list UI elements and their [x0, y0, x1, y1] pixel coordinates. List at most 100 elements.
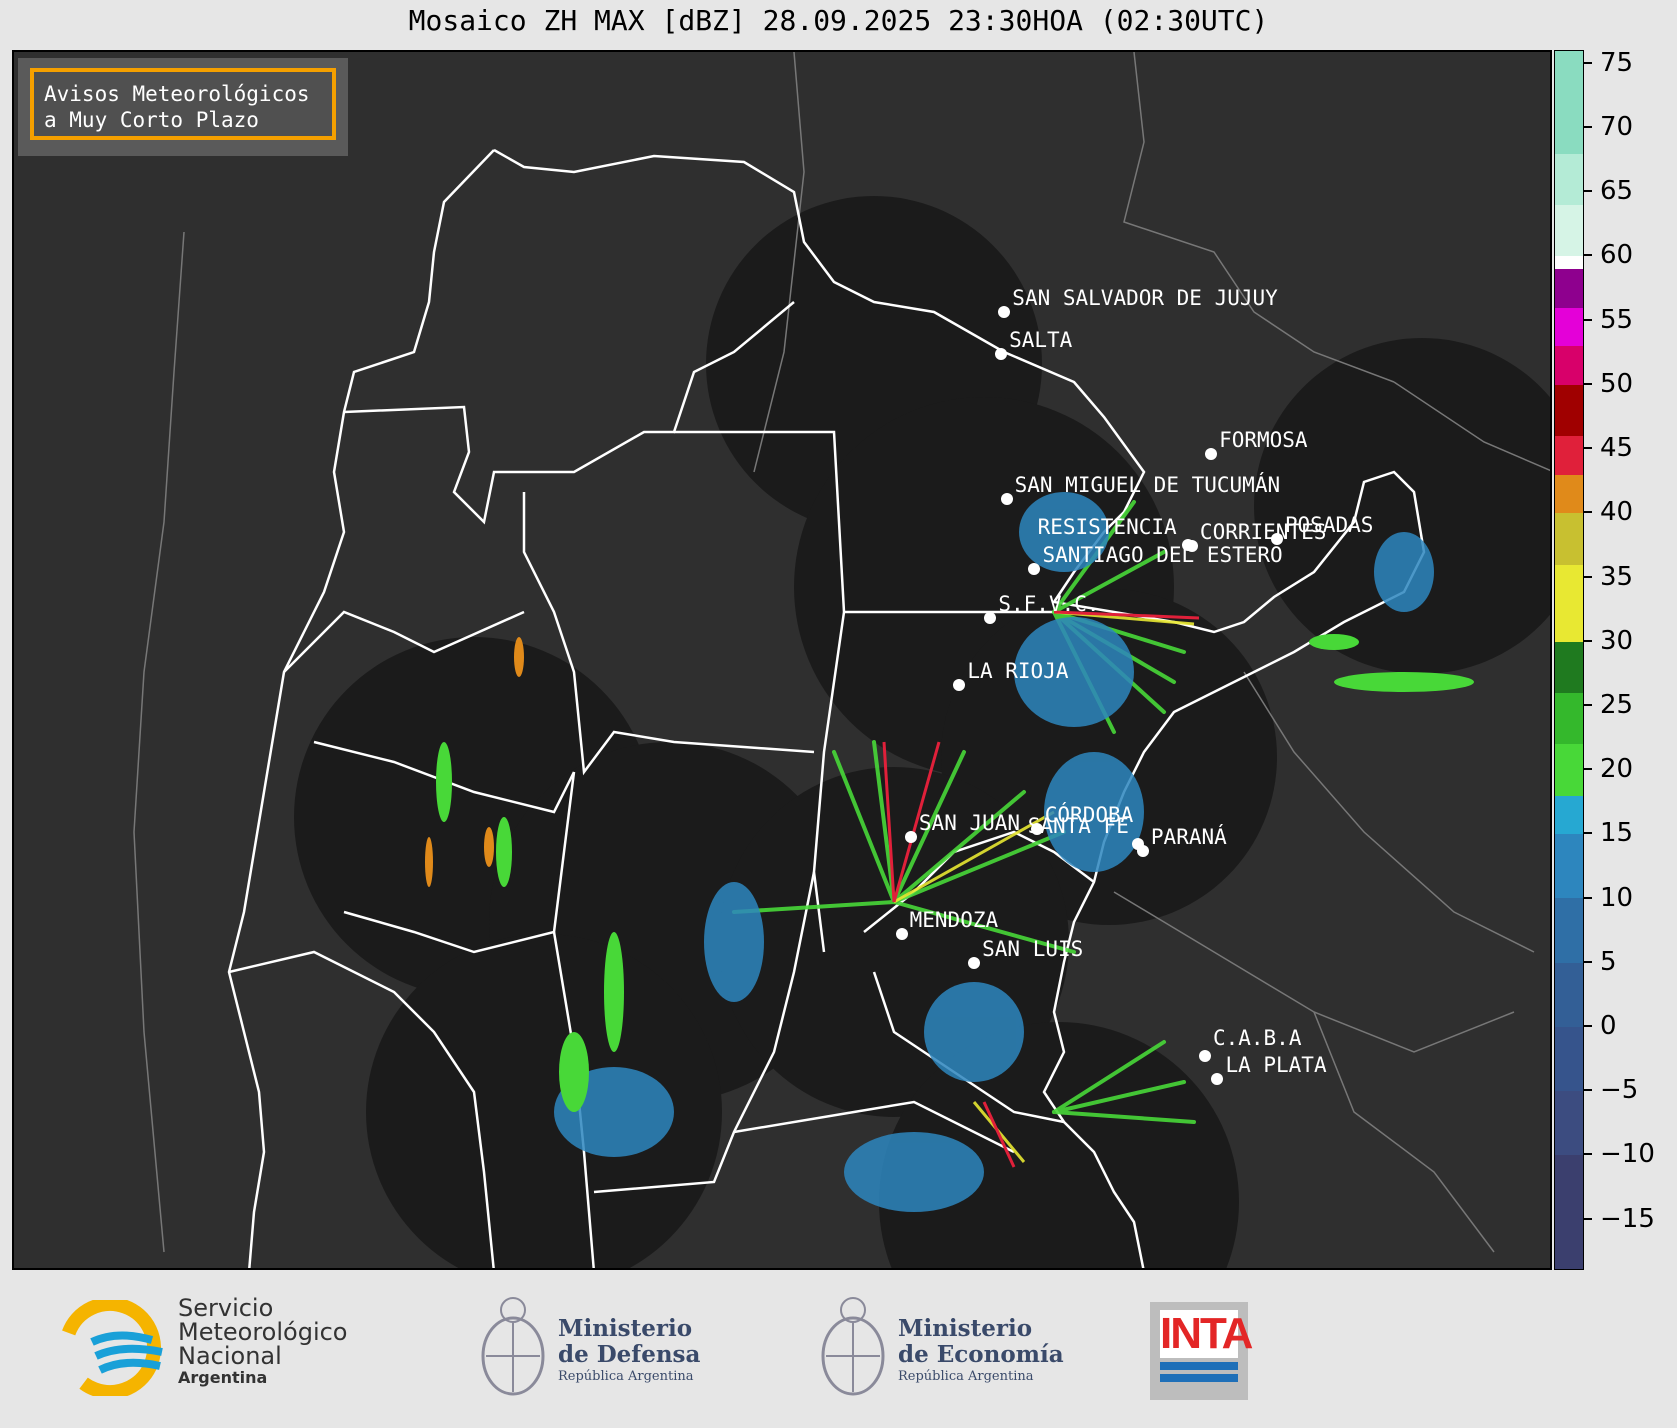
colorbar-band [1555, 1091, 1583, 1156]
colorbar-tick-label: 75 [1600, 47, 1634, 78]
colorbar-band [1555, 256, 1583, 270]
city-marker [1185, 540, 1198, 553]
colorbar-tick-label: −15 [1600, 1203, 1655, 1234]
smn-logo-text: Servicio Meteorológico Nacional Argentin… [178, 1296, 348, 1388]
city-label: SAN MIGUEL DE TUCUMÁN [1014, 472, 1281, 497]
economia-line3: República Argentina [898, 1369, 1034, 1384]
colorbar-band [1555, 269, 1583, 308]
colorbar-tick [1584, 768, 1592, 771]
colorbar [1554, 50, 1584, 1270]
inta-stripe-1 [1160, 1362, 1238, 1370]
colorbar-band [1555, 834, 1583, 899]
colorbar-band [1555, 962, 1583, 1027]
defensa-logo-text: Ministerio de Defensa República Argentin… [558, 1316, 700, 1386]
smn-line2: Meteorológico [178, 1318, 348, 1346]
city-marker [895, 927, 908, 940]
colorbar-tick [1584, 447, 1592, 450]
colorbar-tick [1584, 1089, 1592, 1092]
smn-logo-icon [62, 1300, 163, 1396]
colorbar-tick-label: 20 [1600, 754, 1634, 785]
city-label: C.A.B.A [1212, 1025, 1302, 1050]
economia-seal-icon [821, 1297, 885, 1396]
city-marker [968, 956, 981, 969]
colorbar-band [1555, 744, 1583, 796]
defensa-line3: República Argentina [558, 1369, 694, 1384]
city-label: MENDOZA [909, 907, 999, 932]
radar-discs [294, 196, 1550, 1268]
colorbar-tick-label: −10 [1600, 1139, 1655, 1170]
colorbar-band [1555, 641, 1583, 693]
colorbar-tick [1584, 960, 1592, 963]
alert-badge-line1: Avisos Meteorológicos [44, 82, 310, 106]
colorbar-band [1555, 1155, 1583, 1269]
colorbar-tick-label: 30 [1600, 625, 1634, 656]
colorbar-band [1555, 346, 1583, 385]
colorbar-tick [1584, 703, 1592, 706]
inta-logo-text: INTA [1160, 1309, 1253, 1358]
colorbar-tick-label: 0 [1600, 1011, 1617, 1041]
inta-stripe-2 [1160, 1374, 1238, 1382]
colorbar-tick [1584, 126, 1592, 129]
economia-line2: de Economía [898, 1341, 1064, 1368]
colorbar-band [1555, 384, 1583, 437]
city-label: SANTIAGO DEL ESTERO [1042, 542, 1283, 567]
colorbar-band [1555, 1026, 1583, 1092]
colorbar-tick [1584, 639, 1592, 642]
colorbar-tick [1584, 511, 1592, 514]
city-label: S.F.V.C. [998, 591, 1100, 616]
colorbar-band [1555, 51, 1583, 154]
radar-map [12, 50, 1552, 1270]
colorbar-tick [1584, 896, 1592, 899]
colorbar-tick [1584, 61, 1592, 64]
city-label: SALTA [1009, 328, 1073, 353]
inta-logo: INTA [1150, 1302, 1253, 1400]
colorbar-band [1555, 692, 1583, 745]
colorbar-band [1555, 513, 1583, 565]
colorbar-tick [1584, 318, 1592, 321]
colorbar-tick-label: 40 [1600, 497, 1634, 528]
colorbar-tick [1584, 1217, 1592, 1220]
colorbar-tick [1584, 254, 1592, 257]
colorbar-band [1555, 898, 1583, 963]
city-label: PARANÁ [1150, 824, 1227, 849]
city-marker [904, 831, 917, 844]
colorbar-tick-label: 15 [1600, 818, 1634, 849]
city-label: LA PLATA [1225, 1052, 1327, 1077]
colorbar-tick-label: 35 [1600, 561, 1634, 592]
colorbar-tick [1584, 190, 1592, 193]
colorbar-band [1555, 307, 1583, 347]
colorbar-tick-label: −5 [1600, 1075, 1639, 1106]
colorbar-tick [1584, 1025, 1592, 1027]
colorbar-tick-label: 55 [1600, 304, 1634, 335]
city-label: LA RIOJA [967, 658, 1069, 683]
alert-badge: Avisos Meteorológicos a Muy Corto Plazo [30, 68, 336, 140]
colorbar-band [1555, 436, 1583, 475]
map-canvas [133, 52, 1550, 1268]
city-label: RESISTENCIA [1037, 514, 1177, 539]
colorbar-tick-label: 50 [1600, 368, 1634, 399]
colorbar-tick [1584, 575, 1592, 578]
colorbar-tick-label: 65 [1600, 176, 1634, 207]
colorbar-tick [1584, 382, 1592, 385]
city-label: FORMOSA [1219, 427, 1308, 452]
colorbar-tick-label: 60 [1600, 240, 1634, 271]
city-marker [1270, 532, 1283, 545]
city-label: POSADAS [1284, 512, 1374, 537]
colorbar-tick-label: 25 [1600, 689, 1634, 720]
colorbar-band [1555, 205, 1583, 257]
city-marker [1000, 492, 1013, 505]
city-label: SANTA FE [1027, 813, 1129, 838]
footer-logos: Servicio Meteorológico Nacional Argentin… [0, 1272, 1677, 1428]
defensa-line1: Ministerio [558, 1315, 693, 1342]
smn-line3: Nacional [178, 1342, 282, 1370]
colorbar-tick [1584, 1153, 1592, 1156]
colorbar-band [1555, 795, 1583, 835]
colorbar-tick-label: 10 [1600, 882, 1634, 913]
colorbar-tick-label: 5 [1600, 946, 1617, 977]
city-label: SAN JUAN [918, 811, 1021, 836]
colorbar-band [1555, 153, 1583, 206]
city-label: SAN LUIS [982, 936, 1084, 961]
city-marker [984, 611, 997, 624]
colorbar-tick-label: 70 [1600, 112, 1634, 143]
map-title: Mosaico ZH MAX [dBZ] 28.09.2025 23:30HOA… [408, 4, 1269, 37]
